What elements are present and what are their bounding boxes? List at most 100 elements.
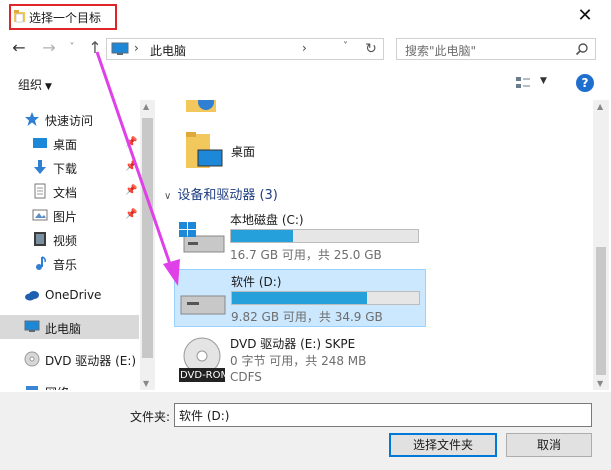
dvd-rom-label: DVD-ROM — [180, 370, 230, 381]
close-button[interactable]: ✕ — [573, 5, 597, 29]
forward-button[interactable]: → — [40, 39, 58, 57]
group-title: 设备和驱动器 (3) — [177, 188, 278, 203]
drive-info: 9.82 GB 可用，共 34.9 GB — [231, 310, 383, 324]
view-options-icon[interactable] — [515, 75, 531, 91]
content-scrollbar[interactable]: ▲ ▼ — [593, 100, 609, 390]
content-pane: 桌面 ∨ 设备和驱动器 (3) 本地磁盘 (C:) 16.7 GB 可用，共 25… — [156, 100, 593, 390]
sidebar-item-label: DVD 驱动器 (E:) S — [45, 354, 148, 368]
group-header-devices[interactable]: ∨ 设备和驱动器 (3) — [164, 184, 278, 203]
drive-name: 本地磁盘 (C:) — [230, 213, 304, 227]
view-dropdown[interactable]: ▼ — [540, 76, 547, 86]
sidebar-item-label: 下载 — [53, 162, 78, 176]
folder-label: 桌面 — [231, 145, 256, 159]
sidebar-item-label: OneDrive — [45, 288, 102, 302]
sidebar-item-downloads[interactable]: 下载 📌 — [0, 155, 139, 179]
refresh-button[interactable]: ↻ — [362, 40, 380, 58]
window-title: 选择一个目标 — [29, 11, 102, 25]
help-icon[interactable]: ? — [576, 74, 594, 92]
drive-name: DVD 驱动器 (E:) SKPE — [230, 337, 356, 351]
sidebar-item-dvd-drive[interactable]: DVD 驱动器 (E:) S — [0, 347, 148, 371]
sidebar-item-music[interactable]: 音乐 — [0, 251, 139, 275]
document-icon — [34, 183, 46, 199]
folder-icon — [14, 10, 25, 23]
address-bar[interactable]: › 此电脑 › ˅ ↻ — [106, 38, 384, 60]
drive-usage-fill — [231, 230, 293, 242]
sidebar-item-label: 网络 — [45, 384, 69, 390]
scroll-up-arrow[interactable]: ▲ — [143, 102, 149, 111]
scroll-up-arrow[interactable]: ▲ — [597, 102, 603, 111]
drive-item-d[interactable]: 软件 (D:) 9.82 GB 可用，共 34.9 GB — [174, 269, 426, 327]
sidebar-item-quick-access[interactable]: 快速访问 — [0, 107, 139, 131]
sidebar-item-network[interactable]: 网络 — [0, 379, 139, 390]
sidebar-item-videos[interactable]: 视频 — [0, 227, 139, 251]
drive-info: 0 字节 可用，共 248 MB — [230, 354, 367, 368]
sidebar-item-desktop[interactable]: 桌面 📌 — [0, 131, 139, 155]
hard-drive-icon — [180, 295, 226, 315]
sidebar-item-documents[interactable]: 文档 📌 — [0, 179, 139, 203]
search-placeholder: 搜索"此电脑" — [405, 44, 477, 58]
scroll-thumb[interactable] — [596, 247, 606, 375]
sidebar-item-label: 文档 — [53, 186, 78, 200]
select-folder-button[interactable]: 选择文件夹 — [389, 433, 497, 457]
pin-icon[interactable]: 📌 — [125, 137, 137, 149]
hard-drive-windows-icon — [179, 222, 225, 253]
folder-input[interactable]: 软件 (D:) — [174, 403, 592, 427]
organize-arrow-icon: ▼ — [45, 82, 52, 92]
picture-icon — [32, 209, 48, 221]
organize-label: 组织 — [18, 78, 43, 92]
computer-icon — [24, 320, 40, 332]
scroll-down-arrow[interactable]: ▼ — [597, 379, 603, 388]
scroll-down-arrow[interactable]: ▼ — [143, 379, 149, 388]
desktop-icon — [33, 138, 47, 148]
drive-usage-bar — [230, 229, 419, 243]
folder-icon[interactable] — [184, 100, 218, 116]
title-bar: 选择一个目标 ✕ — [0, 0, 611, 34]
search-icon — [575, 43, 588, 56]
sidebar-item-this-pc[interactable]: 此电脑 — [0, 315, 139, 339]
drive-item-c[interactable]: 本地磁盘 (C:) 16.7 GB 可用，共 25.0 GB — [174, 208, 426, 266]
sidebar-item-pictures[interactable]: 图片 📌 — [0, 203, 139, 227]
pin-icon[interactable]: 📌 — [125, 161, 137, 173]
download-icon — [34, 160, 46, 174]
sidebar-item-label: 音乐 — [53, 258, 78, 272]
sidebar-scrollbar[interactable]: ▲ ▼ — [140, 100, 155, 390]
music-icon — [36, 256, 46, 270]
address-chevron[interactable]: › — [302, 41, 307, 55]
close-icon: ✕ — [577, 5, 593, 26]
drive-usage-bar — [231, 291, 420, 305]
video-icon — [34, 232, 46, 246]
folder-item-desktop[interactable]: 桌面 — [184, 128, 324, 174]
pin-icon[interactable]: 📌 — [125, 209, 137, 221]
star-icon — [25, 112, 39, 126]
recent-locations-dropdown[interactable]: ˅ — [66, 39, 78, 57]
pin-icon[interactable]: 📌 — [125, 185, 137, 197]
drive-name: 软件 (D:) — [231, 275, 282, 289]
toolbar: 组织 ▼ ▼ ? — [0, 66, 611, 100]
back-button[interactable]: ← — [10, 39, 28, 57]
footer-panel: 文件夹: 软件 (D:) 选择文件夹 取消 — [0, 392, 611, 470]
sidebar-item-label: 桌面 — [53, 138, 78, 152]
scroll-thumb[interactable] — [142, 118, 153, 358]
folder-field-label: 文件夹: — [130, 410, 171, 424]
sidebar-item-label: 此电脑 — [45, 322, 82, 336]
organize-button[interactable]: 组织 ▼ — [18, 76, 52, 93]
drive-filesystem: CDFS — [230, 370, 262, 384]
navigation-pane: 快速访问 桌面 📌 下载 📌 文档 📌 图片 📌 视频 音乐 OneDrive … — [0, 100, 155, 390]
cloud-icon — [25, 291, 39, 301]
address-dropdown[interactable]: ˅ — [343, 41, 357, 52]
up-button[interactable]: ↑ — [86, 39, 104, 57]
sidebar-item-label: 快速访问 — [45, 114, 94, 128]
sidebar-item-label: 视频 — [53, 234, 78, 248]
sidebar-item-onedrive[interactable]: OneDrive — [0, 283, 139, 307]
computer-icon — [111, 42, 129, 55]
chevron-down-icon: ∨ — [164, 191, 172, 202]
address-separator[interactable]: › — [134, 41, 139, 55]
address-location[interactable]: 此电脑 — [150, 42, 186, 59]
search-input[interactable]: 搜索"此电脑" — [396, 38, 596, 60]
drive-item-e[interactable]: DVD-ROM DVD 驱动器 (E:) SKPE 0 字节 可用，共 248 … — [174, 332, 426, 388]
cancel-button[interactable]: 取消 — [506, 433, 592, 457]
drive-usage-fill — [232, 292, 367, 304]
dvd-icon — [24, 351, 40, 367]
network-icon — [26, 386, 38, 390]
desktop-folder-icon — [186, 132, 223, 168]
